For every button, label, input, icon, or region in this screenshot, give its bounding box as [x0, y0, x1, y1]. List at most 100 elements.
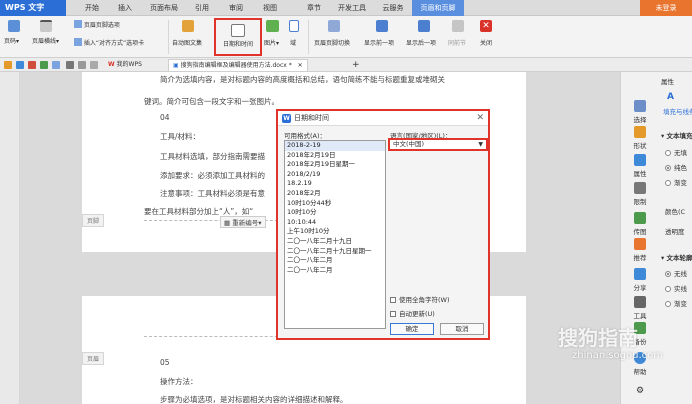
- tab-view[interactable]: 视图: [258, 0, 282, 16]
- save-icon[interactable]: [16, 61, 24, 69]
- fill-none-option[interactable]: 无填: [665, 147, 687, 157]
- doc-paragraph[interactable]: 工具材料选填，部分指南需要描: [160, 151, 265, 162]
- close-icon[interactable]: ✕: [476, 111, 484, 126]
- tab-insert[interactable]: 插入: [113, 0, 137, 16]
- format-option[interactable]: 上午10时10分: [285, 227, 385, 237]
- print-icon[interactable]: [40, 61, 48, 69]
- doc-paragraph[interactable]: 04: [160, 113, 170, 122]
- tab-header-footer[interactable]: 页眉和页脚: [412, 0, 464, 16]
- redo-icon[interactable]: [78, 61, 86, 69]
- doc-paragraph[interactable]: 操作方法：: [160, 376, 198, 387]
- language-select[interactable]: 中文(中国) ▼: [388, 138, 488, 151]
- format-option[interactable]: 二〇一八年二月十九日星期一: [285, 247, 385, 257]
- language-value: 中文(中国): [393, 140, 425, 148]
- login-button[interactable]: 未登录: [640, 0, 692, 16]
- wps-logo-icon: W: [108, 61, 115, 68]
- picture-button[interactable]: 图片▾: [264, 20, 279, 47]
- header-footer-switch-label: 页眉页脚切换: [314, 40, 351, 47]
- tab-my-wps-label: 我的WPS: [116, 61, 142, 68]
- field-button[interactable]: 域: [289, 20, 299, 47]
- fill-solid-option[interactable]: 纯色: [665, 162, 687, 172]
- close-header-footer-button[interactable]: ✕ 关闭: [480, 20, 492, 47]
- auto-text-button[interactable]: 自动图文集: [172, 20, 202, 47]
- radio-icon: [665, 180, 671, 186]
- limit-button[interactable]: 限制: [627, 182, 653, 206]
- tools-button[interactable]: 工具: [627, 296, 653, 320]
- export-pdf-icon[interactable]: [28, 61, 36, 69]
- doc-paragraph[interactable]: 添加要求：必须添加工具材料的: [160, 170, 265, 181]
- show-next-button[interactable]: 显示后一项: [406, 20, 436, 47]
- chevron-down-icon[interactable]: [90, 61, 98, 69]
- outline-none-option[interactable]: 无线: [665, 268, 687, 278]
- format-option[interactable]: 二〇一八年二月: [285, 266, 385, 276]
- settings-button[interactable]: ⚙: [627, 386, 653, 396]
- header-line-button[interactable]: 页眉横线▾: [32, 20, 59, 45]
- tab-cloud[interactable]: 云服务: [378, 0, 408, 16]
- format-option[interactable]: 2018年2月: [285, 189, 385, 199]
- preview-icon[interactable]: [52, 61, 60, 69]
- doc-paragraph[interactable]: 05: [160, 358, 170, 367]
- dropdown-arrow-icon: ▼: [478, 141, 483, 148]
- format-option[interactable]: 10:10:44: [285, 218, 385, 228]
- auto-text-icon: [182, 20, 194, 32]
- fullwidth-checkbox[interactable]: 使用全角字符(W): [390, 294, 450, 304]
- format-option[interactable]: 10时10分: [285, 208, 385, 218]
- format-option[interactable]: 2018年2月19日: [285, 151, 385, 161]
- renumber-button[interactable]: ▦ 重新编号▾: [220, 216, 266, 228]
- page-number-button[interactable]: 页码▾: [4, 20, 20, 45]
- format-option[interactable]: 18.2.19: [285, 179, 385, 189]
- open-folder-icon[interactable]: [4, 61, 12, 69]
- doc-paragraph[interactable]: 简介为选填内容，是对标题内容的高度概括和总结，语句简练不能与标题重复或堆砌关: [160, 74, 445, 85]
- gear-icon: ⚙: [635, 386, 645, 396]
- cancel-button[interactable]: 取消: [440, 323, 484, 335]
- format-option[interactable]: 二〇一八年二月: [285, 256, 385, 266]
- shape-button[interactable]: 形状: [627, 126, 653, 150]
- tab-developer[interactable]: 开发工具: [334, 0, 370, 16]
- format-option[interactable]: 2018年2月19日星期一: [285, 160, 385, 170]
- app-menu-button[interactable]: WPS 文字: [0, 0, 66, 16]
- select-button[interactable]: 选择: [627, 100, 653, 124]
- tab-document[interactable]: ▣ 搜狗指南编辑框及编辑器使用方法.docx * ✕: [168, 59, 308, 71]
- format-option[interactable]: 10时10分44秒: [285, 199, 385, 209]
- outline-solid-option[interactable]: 实线: [665, 283, 687, 293]
- same-as-previous-button[interactable]: 同前节: [448, 20, 466, 47]
- renumber-icon: ▦: [224, 219, 231, 227]
- header-footer-options-button[interactable]: 页眉页脚选项: [74, 20, 120, 29]
- format-option[interactable]: 二〇一八年二月十九日: [285, 237, 385, 247]
- text-style-icon[interactable]: A: [667, 92, 674, 102]
- doc-paragraph[interactable]: 步骤为必填选项，是对标题相关内容的详细描述和解释。: [160, 394, 348, 404]
- share-button[interactable]: 分享: [627, 268, 653, 292]
- watermark-logo: 搜狗指南: [558, 326, 638, 350]
- transfer-button[interactable]: 传图: [627, 212, 653, 236]
- doc-paragraph[interactable]: 工具/材料：: [160, 131, 200, 142]
- undo-icon[interactable]: [66, 61, 74, 69]
- field-label: 域: [290, 40, 297, 47]
- picture-icon: [266, 20, 279, 32]
- tab-review[interactable]: 审阅: [224, 0, 248, 16]
- tab-my-wps[interactable]: W 我的WPS: [104, 59, 146, 71]
- date-time-button[interactable]: 日期和时间: [214, 18, 262, 56]
- format-option[interactable]: 2018-2-19: [285, 141, 385, 151]
- close-tab-icon[interactable]: ✕: [298, 62, 303, 69]
- new-tab-button[interactable]: +: [348, 59, 364, 71]
- tab-page-layout[interactable]: 页面布局: [146, 0, 182, 16]
- recommend-button[interactable]: 推荐: [627, 238, 653, 262]
- doc-paragraph[interactable]: 注意事项：工具材料必须是有意: [160, 188, 265, 199]
- tab-chapter[interactable]: 章节: [302, 0, 326, 16]
- text-outline-section: ▾ 文本轮廓: [661, 254, 692, 262]
- format-list[interactable]: 2018-2-19 2018年2月19日 2018年2月19日星期一 2018/…: [284, 140, 386, 329]
- shape-icon: [634, 126, 646, 138]
- tab-start[interactable]: 开始: [80, 0, 104, 16]
- ok-button[interactable]: 确定: [390, 323, 434, 335]
- format-option[interactable]: 2018/2/19: [285, 170, 385, 180]
- insert-align-tab-button[interactable]: 插入“对齐方式”选项卡: [74, 38, 144, 47]
- fill-gradient-option[interactable]: 渐变: [665, 177, 687, 187]
- properties-button[interactable]: 属性: [627, 154, 653, 178]
- tab-references[interactable]: 引用: [190, 0, 214, 16]
- auto-update-checkbox[interactable]: 自动更新(U): [390, 308, 435, 318]
- header-footer-switch-button[interactable]: 页眉页脚切换: [314, 20, 351, 47]
- outline-gradient-option[interactable]: 渐变: [665, 298, 687, 308]
- doc-paragraph[interactable]: 键词。简介可包含一段文字和一张图片。: [144, 96, 279, 107]
- show-previous-button[interactable]: 显示前一项: [364, 20, 394, 47]
- fill-line-tab[interactable]: 填充与线条: [663, 106, 692, 116]
